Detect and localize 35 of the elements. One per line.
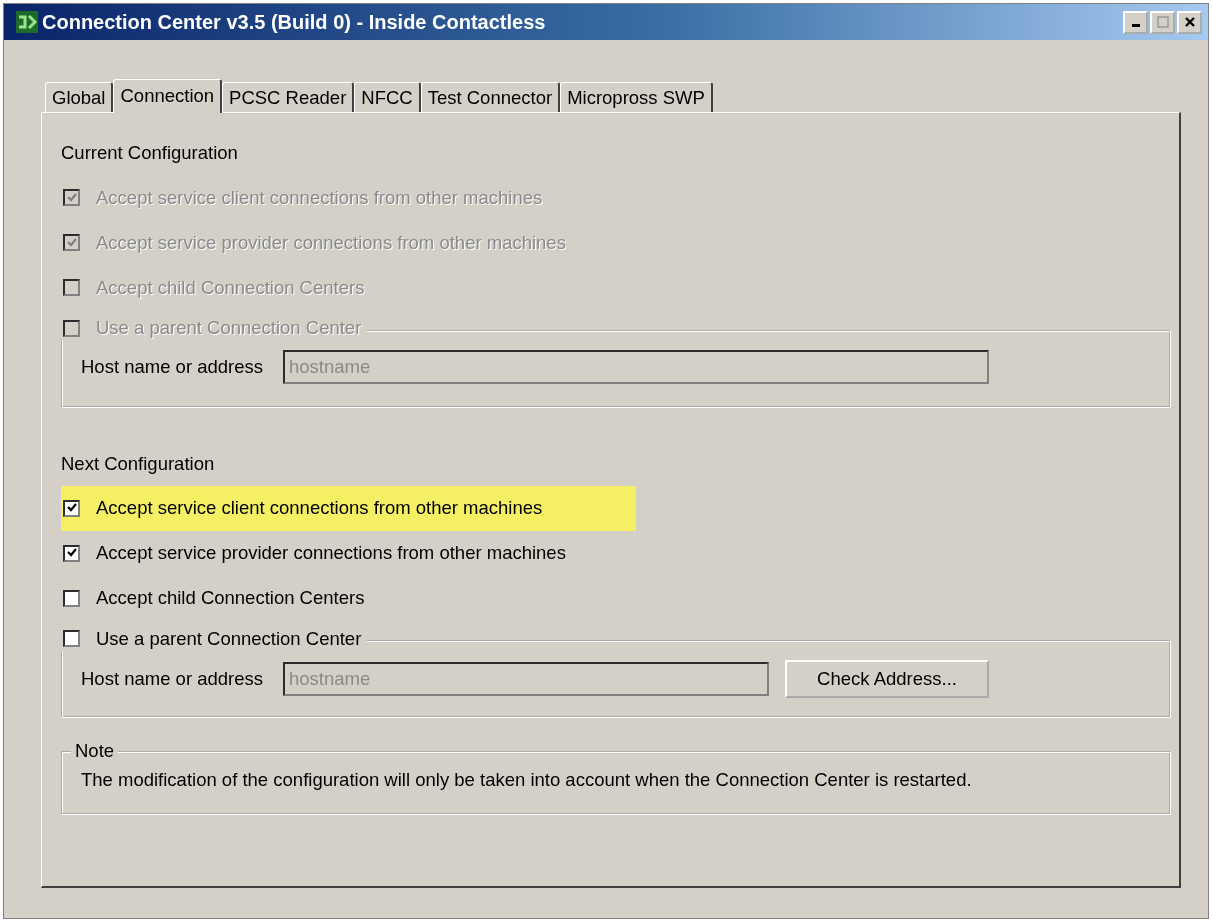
minimize-icon bbox=[1131, 24, 1140, 27]
option-label: Accept service provider connections from other machines bbox=[96, 542, 566, 564]
option-label: Accept child Connection Centers bbox=[96, 587, 365, 609]
checkbox[interactable] bbox=[63, 589, 80, 607]
checkmark-icon bbox=[65, 236, 78, 249]
close-button[interactable] bbox=[1177, 10, 1202, 34]
section-heading: Current Configuration bbox=[61, 141, 239, 165]
app-icon bbox=[16, 11, 38, 33]
option-label: Use a parent Connection Center bbox=[96, 627, 362, 650]
tab[interactable]: PCSC Reader bbox=[222, 82, 355, 112]
window-title: Connection Center v3.5 (Build 0) - Inside Contactless bbox=[42, 10, 547, 34]
option-label: Accept service client connections from other machines bbox=[96, 497, 543, 519]
minimize-button[interactable] bbox=[1123, 10, 1148, 34]
tab[interactable]: NFCC bbox=[354, 82, 421, 112]
field-label: Host name or address bbox=[81, 668, 263, 690]
tab[interactable]: Micropross SWP bbox=[560, 82, 713, 112]
tab[interactable]: Test Connector bbox=[420, 82, 561, 112]
tab[interactable]: Global bbox=[45, 82, 114, 112]
option-label: Accept child Connection Centers bbox=[96, 276, 365, 299]
checkbox[interactable] bbox=[63, 544, 80, 562]
checkbox[interactable] bbox=[63, 630, 80, 647]
maximize-icon bbox=[1156, 16, 1169, 28]
check-address-button[interactable]: Check Address... bbox=[785, 660, 989, 698]
checkmark-icon bbox=[65, 191, 78, 204]
close-icon bbox=[1183, 16, 1196, 28]
option-label: Accept service client connections from other machines bbox=[96, 186, 543, 209]
field-label: Host name or address bbox=[81, 355, 263, 378]
note-text: The modification of the configuration will only be taken into account when the Connection Center is restarted. bbox=[81, 769, 972, 790]
checkbox[interactable] bbox=[63, 499, 80, 517]
option-label: Accept service provider connections from other machines bbox=[96, 231, 566, 254]
section-heading: Next Configuration bbox=[61, 451, 216, 476]
option-label: Use a parent Connection Center bbox=[96, 317, 362, 339]
checkmark-icon bbox=[65, 502, 78, 514]
checkmark-icon bbox=[65, 547, 78, 559]
tab[interactable]: Connection bbox=[113, 79, 223, 113]
